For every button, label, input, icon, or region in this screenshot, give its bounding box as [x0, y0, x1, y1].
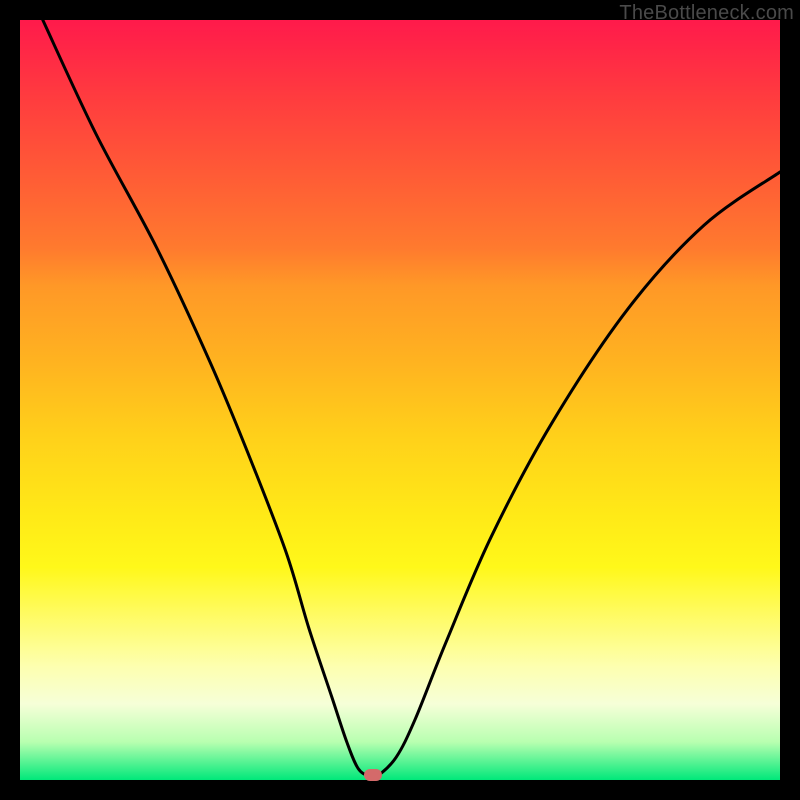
plot-area — [20, 20, 780, 780]
bottleneck-curve — [20, 20, 780, 780]
optimal-point-marker — [364, 769, 382, 781]
watermark-text: TheBottleneck.com — [619, 2, 794, 25]
chart-frame: TheBottleneck.com — [0, 0, 800, 800]
